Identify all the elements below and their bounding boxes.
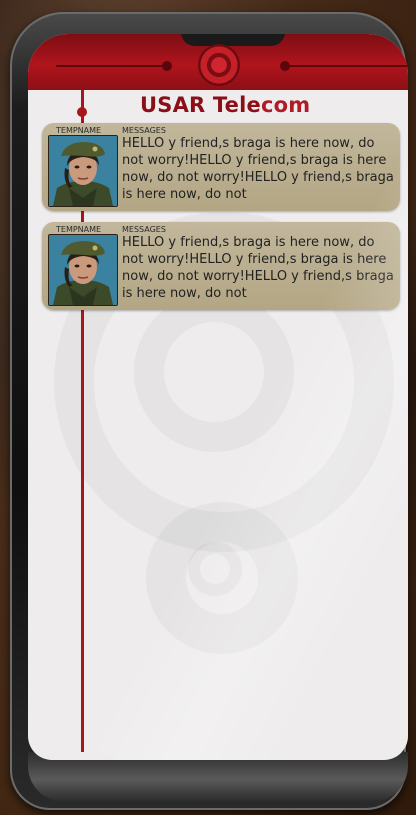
header-dot-right — [280, 61, 290, 71]
app-title-suffix: com — [260, 93, 311, 117]
soldier-portrait-icon — [49, 235, 117, 305]
avatar — [48, 234, 118, 306]
timeline-knob — [77, 107, 87, 117]
header-dot-left — [162, 61, 172, 71]
app-title: USAR Telecom — [140, 93, 310, 117]
message-text: HELLO y friend,s braga is here now, do n… — [122, 235, 394, 301]
phone-screen: USAR Telecom TEMPNAME MESSAGES HELLO y f… — [28, 34, 408, 760]
message-card[interactable]: TEMPNAME MESSAGES HELLO y friend,s braga… — [42, 222, 400, 310]
phone-frame: USAR Telecom TEMPNAME MESSAGES HELLO y f… — [10, 12, 408, 810]
speaker-notch — [181, 34, 285, 46]
header-line-right — [290, 65, 408, 67]
avatar — [48, 135, 118, 207]
decor-circle-large-inner — [134, 292, 294, 452]
header-bar — [28, 34, 408, 90]
sender-name: TEMPNAME — [56, 225, 102, 234]
decor-circle-small-inner — [188, 542, 242, 596]
app-title-main: USAR Tele — [140, 93, 261, 117]
sender-name: TEMPNAME — [56, 126, 102, 135]
header-line-left — [56, 65, 168, 67]
messages-label: MESSAGES — [122, 225, 166, 234]
message-text: HELLO y friend,s braga is here now, do n… — [122, 136, 394, 202]
emblem-icon — [198, 44, 240, 86]
message-card[interactable]: TEMPNAME MESSAGES HELLO y friend,s braga… — [42, 123, 400, 211]
soldier-portrait-icon — [49, 136, 117, 206]
messages-label: MESSAGES — [122, 126, 166, 135]
